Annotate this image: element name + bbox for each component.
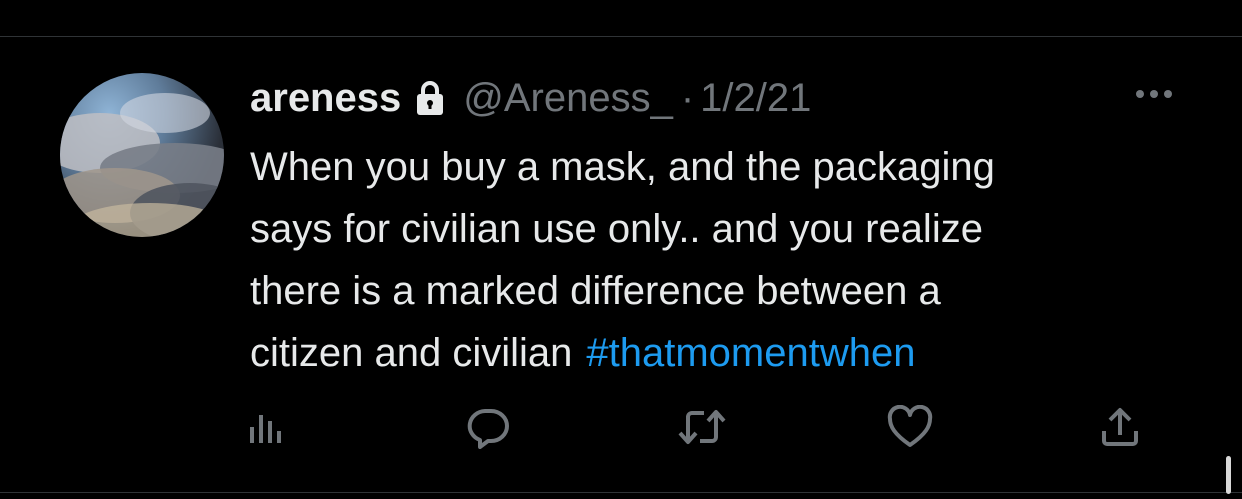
- bottom-divider: [0, 492, 1242, 493]
- hashtag-link[interactable]: #thatmomentwhen: [586, 331, 915, 375]
- author-name[interactable]: areness: [250, 76, 401, 121]
- tweet-text: When you buy a mask, and the packaging s…: [250, 136, 1180, 384]
- tweet-text-line: there is a marked difference between a: [250, 269, 941, 313]
- lock-icon: [415, 80, 445, 116]
- tweet-text-line: When you buy a mask, and the packaging: [250, 145, 995, 189]
- tweet-text-line: citizen and civilian: [250, 331, 573, 375]
- top-divider: [0, 36, 1242, 37]
- retweet-icon[interactable]: [676, 404, 728, 450]
- tweet-date[interactable]: 1/2/21: [700, 76, 811, 121]
- avatar[interactable]: [60, 73, 224, 237]
- scrollbar-thumb[interactable]: [1226, 456, 1231, 494]
- share-icon[interactable]: [1094, 404, 1146, 450]
- author-handle[interactable]: @Areness_: [463, 76, 673, 121]
- more-icon[interactable]: [1130, 82, 1178, 106]
- reply-icon[interactable]: [461, 404, 513, 450]
- tweet-text-line: says for civilian use only.. and you rea…: [250, 207, 983, 251]
- analytics-icon[interactable]: [240, 404, 292, 450]
- tweet-text-last-line: citizen and civilian #thatmomentwhen: [250, 322, 1180, 384]
- like-icon[interactable]: [884, 404, 936, 450]
- avatar-cloud: [120, 93, 210, 133]
- tweet-header: areness @Areness_ · 1/2/21: [250, 70, 811, 126]
- separator-dot: ·: [680, 75, 695, 120]
